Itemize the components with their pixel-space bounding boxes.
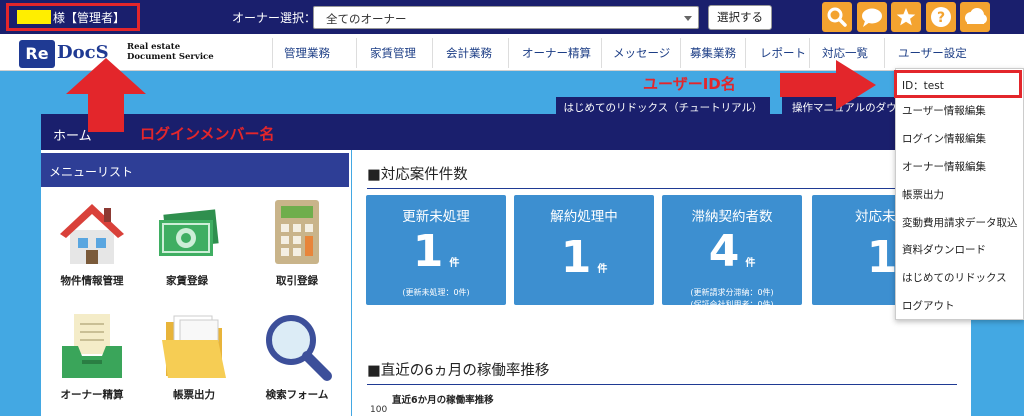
nav-item-yachin[interactable]: 家賃管理: [370, 45, 416, 61]
card-title: 更新未処理: [402, 209, 470, 225]
logo-subtitle-line1: Real estate: [127, 42, 181, 52]
nav-item-kaikei[interactable]: 会計業務: [446, 45, 492, 61]
menu-label-owner-seisan: オーナー精算: [60, 389, 124, 401]
house-icon: [60, 204, 124, 264]
help-tool-button[interactable]: ?: [926, 2, 956, 32]
menu-item-chohyo[interactable]: 帳票出力: [153, 310, 235, 402]
menu-label-yachin: 家賃登録: [166, 275, 208, 287]
dropdown-item-tutorial[interactable]: はじめてのリドックス: [902, 270, 1007, 285]
nav-divider: [884, 38, 885, 68]
card-count: 4件: [662, 229, 802, 287]
menu-item-owner-seisan[interactable]: オーナー精算: [51, 310, 133, 402]
card-count-value: 1: [560, 232, 592, 283]
occupancy-section-title: ■直近の6ヵ月の稼働率推移: [367, 363, 550, 379]
calculator-icon: [275, 200, 319, 264]
occupancy-axis-tick: 100: [370, 405, 388, 415]
nav-divider: [432, 38, 433, 68]
menu-item-torihiki[interactable]: 取引登録: [256, 196, 338, 288]
menu-item-search-form[interactable]: 検索フォーム: [256, 310, 338, 402]
card-unit: 件: [745, 258, 756, 269]
nav-item-taiou[interactable]: 対応一覧: [822, 45, 868, 61]
annotation-arrow-up-icon: [66, 58, 146, 132]
card-note: (保証会社利用者：0件): [690, 300, 774, 309]
annotation-login-member: ログインメンバー名: [140, 125, 275, 143]
user-role-label: 様【管理者】: [53, 10, 126, 25]
cloud-tool-button[interactable]: [960, 2, 990, 32]
annotation-user-id: ユーザーID名: [643, 75, 736, 93]
nav-divider: [508, 38, 509, 68]
card-title: 解約処理中: [550, 209, 618, 225]
nav-divider: [601, 38, 602, 68]
card-delinquent[interactable]: 滞納契約者数 4件 (更新請求分滞納：0件) (保証会社利用者：0件): [662, 195, 802, 309]
favorite-tool-button[interactable]: [891, 2, 921, 32]
dropdown-item-download[interactable]: 資料ダウンロード: [902, 242, 986, 257]
search-tool-button[interactable]: [822, 2, 852, 32]
inbox-tray-icon: [62, 314, 122, 378]
cloud-icon: [965, 8, 987, 24]
star-icon: [896, 8, 916, 26]
nav-item-user-settings[interactable]: ユーザー設定: [898, 45, 967, 61]
menu-label-torihiki: 取引登録: [276, 275, 318, 287]
nav-item-message[interactable]: メッセージ: [613, 45, 670, 61]
nav-item-owner-seisan[interactable]: オーナー精算: [522, 45, 591, 61]
chevron-down-icon: [684, 16, 692, 21]
cases-section-title: ■対応案件件数: [367, 167, 468, 183]
menu-label-chohyo: 帳票出力: [173, 389, 215, 401]
chat-tool-button[interactable]: [857, 2, 887, 32]
card-count-value: 1: [412, 226, 444, 277]
folder-icon: [162, 315, 226, 378]
login-user-box: 様【管理者】: [6, 3, 140, 31]
username-redacted: [17, 10, 51, 24]
menu-item-yachin[interactable]: 家賃登録: [146, 196, 228, 288]
card-note: (更新請求分滞納：0件): [690, 288, 774, 297]
owner-select[interactable]: 全てのオーナー: [313, 6, 699, 29]
card-count: 1件: [366, 229, 506, 287]
card-count-value: 4: [708, 226, 740, 277]
chat-icon: [862, 8, 882, 27]
annotation-arrow-right-icon: [780, 60, 876, 110]
card-note: (更新未処理：0件): [402, 288, 470, 297]
occupancy-chart-title: 直近6か月の稼働率推移: [392, 395, 494, 406]
nav-item-kanri[interactable]: 管理業務: [284, 45, 330, 61]
card-unit: 件: [597, 264, 608, 275]
menu-item-bukken[interactable]: 物件情報管理: [51, 196, 133, 288]
section-underline: [367, 384, 957, 385]
dropdown-item-variable-cost-import[interactable]: 変動費用請求データ取込: [902, 215, 1018, 230]
nav-divider: [272, 38, 273, 68]
select-owner-button[interactable]: 選択する: [708, 5, 772, 30]
money-icon: [159, 209, 219, 256]
dropdown-item-login-info[interactable]: ログイン情報編集: [902, 131, 986, 146]
dropdown-item-owner-info[interactable]: オーナー情報編集: [902, 159, 986, 174]
dropdown-user-id: ID：test: [902, 80, 944, 92]
section-underline: [367, 188, 957, 189]
card-count-value: 1: [866, 232, 898, 283]
card-count: 1件: [514, 235, 654, 293]
nav-divider: [356, 38, 357, 68]
magnifier-icon: [266, 315, 332, 381]
nav-item-report[interactable]: レポート: [760, 45, 806, 61]
card-title: 滞納契約者数: [691, 209, 773, 225]
card-renewal-pending[interactable]: 更新未処理 1件 (更新未処理：0件): [366, 195, 506, 305]
menu-list-title: メニューリスト: [41, 153, 349, 187]
nav-divider: [745, 38, 746, 68]
dropdown-item-user-info[interactable]: ユーザー情報編集: [902, 103, 986, 118]
logo-re: Re: [19, 40, 55, 68]
card-unit: 件: [449, 258, 460, 269]
search-icon: [827, 7, 847, 27]
owner-select-label: オーナー選択：: [232, 11, 317, 25]
nav-item-boshu[interactable]: 募集業務: [690, 45, 736, 61]
dropdown-item-chohyo[interactable]: 帳票出力: [902, 187, 944, 202]
card-cancellation[interactable]: 解約処理中 1件: [514, 195, 654, 305]
menu-label-search-form: 検索フォーム: [265, 389, 329, 401]
menu-label-bukken: 物件情報管理: [60, 275, 124, 287]
nav-divider: [680, 38, 681, 68]
owner-select-value: 全てのオーナー: [326, 12, 407, 26]
dropdown-item-logout[interactable]: ログアウト: [902, 298, 955, 313]
help-icon: ?: [931, 7, 951, 27]
svg-text:?: ?: [937, 10, 945, 26]
